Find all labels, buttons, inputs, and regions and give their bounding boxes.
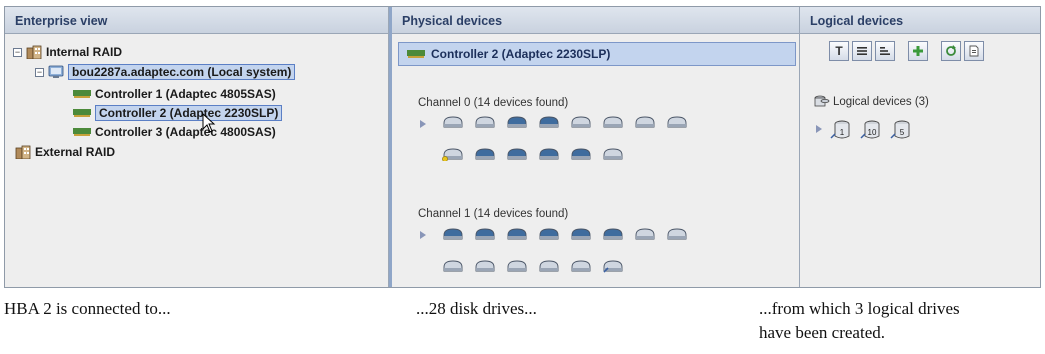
collapse-toggle[interactable]: − [35, 67, 44, 77]
physical-devices-header: Physical devices [392, 7, 799, 34]
text-view-button[interactable]: T [829, 41, 849, 61]
local-system-label: bou2287a.adaptec.com (Local system) [68, 64, 296, 80]
raid-level-label: 5 [900, 128, 905, 137]
disk-drive-icon[interactable] [442, 227, 464, 241]
expand-arrow-icon[interactable] [816, 125, 822, 133]
logical-drive-icon[interactable]: 10 [860, 119, 882, 141]
disk-drive-icon[interactable] [570, 259, 592, 273]
expand-arrow-icon[interactable] [420, 120, 426, 128]
caption-disk-drives: ...28 disk drives... [416, 299, 537, 318]
disk-drive-icon[interactable] [506, 147, 528, 161]
controller-2-label: Controller 2 (Adaptec 2230SLP) [95, 105, 283, 121]
disk-drive-icon[interactable] [474, 227, 496, 241]
refresh-icon [946, 45, 956, 56]
disk-drive-icon[interactable] [538, 147, 560, 161]
plus-icon [913, 46, 923, 56]
disk-drive-icon[interactable] [570, 147, 592, 161]
disk-drive-icon[interactable] [442, 115, 464, 129]
caption-logical-drives-line2: have been created. [759, 323, 885, 342]
disk-drive-icon[interactable] [634, 115, 656, 129]
tree-controller-3[interactable]: Controller 3 (Adaptec 4800SAS) [73, 123, 276, 141]
controller-card-icon [73, 109, 91, 117]
detail-icon [880, 47, 890, 55]
disk-drive-icon[interactable] [538, 115, 560, 129]
tree-external-raid[interactable]: External RAID [15, 143, 115, 161]
detail-view-button[interactable] [875, 41, 895, 61]
disk-drive-icon[interactable] [634, 227, 656, 241]
disk-drive-icon[interactable] [474, 115, 496, 129]
enterprise-view-header: Enterprise view [5, 7, 388, 34]
server-icon [48, 65, 64, 78]
disk-drive-icon[interactable] [442, 147, 464, 161]
disk-drive-icon[interactable] [602, 227, 624, 241]
disk-drive-icon[interactable] [538, 259, 560, 273]
storage-manager-window: Enterprise view − Internal RAID − bou228… [4, 6, 1041, 288]
channel-1-title: Channel 1 (14 devices found) [418, 208, 569, 220]
logical-devices-group-label: Logical devices (3) [833, 96, 929, 108]
tree-internal-raid[interactable]: − Internal RAID [13, 43, 122, 61]
disk-drive-icon[interactable] [570, 115, 592, 129]
selected-controller-label: Controller 2 (Adaptec 2230SLP) [431, 47, 611, 61]
controller-card-icon [73, 128, 91, 136]
logical-drive-icon[interactable]: 1 [830, 119, 852, 141]
caption-logical-drives-line1: ...from which 3 logical drives [759, 299, 960, 318]
refresh-button[interactable] [941, 41, 961, 61]
list-icon [857, 47, 867, 55]
caption-hba: HBA 2 is connected to... [4, 299, 171, 318]
logical-devices-panel: Logical devices T Logical devices (3) 1 … [799, 7, 1040, 287]
building-icon [26, 45, 42, 59]
list-view-button[interactable] [852, 41, 872, 61]
raid-level-label: 10 [868, 128, 877, 137]
disk-drive-icon[interactable] [442, 259, 464, 273]
disk-drive-icon[interactable] [506, 227, 528, 241]
logical-drive-icon[interactable]: 5 [890, 119, 912, 141]
selected-controller-bar[interactable]: Controller 2 (Adaptec 2230SLP) [398, 42, 796, 66]
physical-devices-panel: Physical devices Controller 2 (Adaptec 2… [389, 7, 799, 287]
expand-arrow-icon[interactable] [420, 231, 426, 239]
disk-drive-icon[interactable] [602, 147, 624, 161]
logical-devices-header: Logical devices [800, 7, 1040, 34]
create-logical-drive-button[interactable] [908, 41, 928, 61]
collapse-toggle[interactable]: − [13, 47, 22, 57]
properties-button[interactable] [964, 41, 984, 61]
document-icon [969, 45, 979, 57]
controller-card-icon [73, 90, 91, 98]
disk-drive-icon[interactable] [474, 147, 496, 161]
channel-0-title: Channel 0 (14 devices found) [418, 97, 569, 109]
controller-1-label: Controller 1 (Adaptec 4805SAS) [95, 87, 276, 101]
disk-drive-icon[interactable] [666, 227, 688, 241]
tree-local-system[interactable]: − bou2287a.adaptec.com (Local system) [35, 63, 296, 81]
controller-3-label: Controller 3 (Adaptec 4800SAS) [95, 125, 276, 139]
disk-drive-icon[interactable] [666, 115, 688, 129]
tree-controller-1[interactable]: Controller 1 (Adaptec 4805SAS) [73, 85, 276, 103]
building-icon [15, 145, 31, 159]
enterprise-view-panel: Enterprise view − Internal RAID − bou228… [5, 7, 389, 287]
external-raid-label: External RAID [35, 145, 116, 159]
disk-drive-icon[interactable] [474, 259, 496, 273]
disk-drive-icon[interactable] [506, 259, 528, 273]
logical-devices-icon [814, 95, 830, 107]
controller-card-icon [407, 50, 425, 58]
disk-drive-icon[interactable] [570, 227, 592, 241]
disk-drive-icon[interactable] [602, 115, 624, 129]
raid-level-label: 1 [840, 128, 845, 137]
internal-raid-label: Internal RAID [46, 45, 123, 59]
tree-controller-2[interactable]: Controller 2 (Adaptec 2230SLP) [73, 104, 283, 122]
disk-drive-icon[interactable] [602, 259, 624, 273]
mouse-cursor-icon [202, 113, 216, 133]
logical-devices-group[interactable]: Logical devices (3) [814, 95, 929, 109]
disk-drive-icon[interactable] [506, 115, 528, 129]
disk-drive-icon[interactable] [538, 227, 560, 241]
